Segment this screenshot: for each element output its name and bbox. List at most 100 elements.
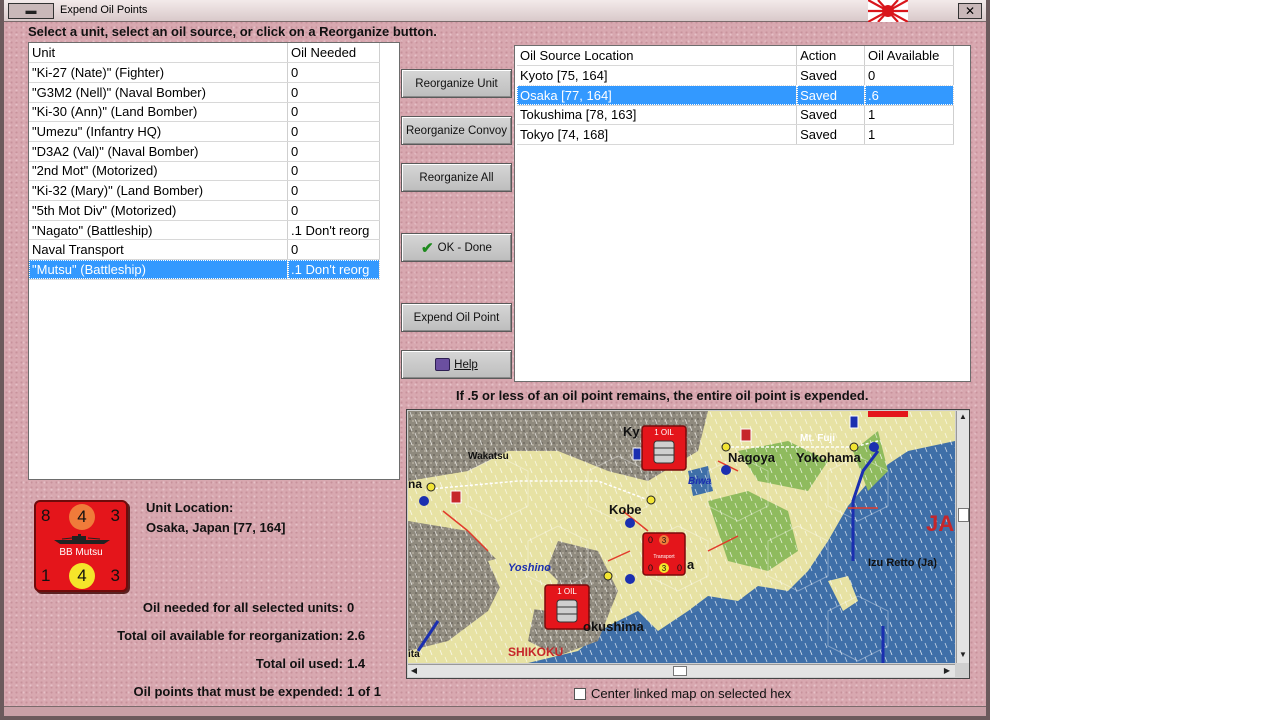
oil-counter[interactable]: 1 OIL — [641, 425, 687, 471]
map-label-japan-partial: JA — [926, 511, 954, 536]
unit-cell: "D3A2 (Val)" (Naval Bomber) — [29, 141, 289, 162]
table-row[interactable]: "Nagato" (Battleship) .1 Don't reorg — [29, 220, 380, 241]
unit-counter-partial[interactable] — [868, 411, 908, 417]
map-vertical-scrollbar[interactable]: ▲ ▼ — [956, 411, 969, 663]
help-label: Help — [454, 358, 478, 371]
unit-cell: "Umezu" (Infantry HQ) — [29, 121, 289, 142]
reorganize-all-label: Reorganize All — [419, 171, 494, 184]
total-used-value: 1.4 — [347, 656, 366, 671]
map-label-yokohama: Yokohama — [796, 450, 862, 465]
map-label-biwa: Biwa — [688, 476, 712, 487]
scrollbar-thumb[interactable] — [958, 508, 969, 522]
table-row-selected[interactable]: "Mutsu" (Battleship) .1 Don't reorg — [29, 259, 380, 280]
map-label-izu-retto: Izu Retto (Ja) — [868, 557, 937, 569]
oil-needed-cell: 0 — [287, 82, 380, 103]
unit-cell: "2nd Mot" (Motorized) — [29, 161, 289, 182]
unit-cell: "G3M2 (Nell)" (Naval Bomber) — [29, 82, 289, 103]
oil-available-cell: 1 — [864, 124, 954, 145]
reorganize-convoy-button[interactable]: Reorganize Convoy — [401, 116, 512, 145]
counter-bottom-left: 1 — [41, 566, 51, 585]
help-button[interactable]: Help — [401, 350, 512, 379]
unit-cell: "5th Mot Div" (Motorized) — [29, 200, 289, 221]
action-cell: Saved — [796, 124, 865, 145]
transport-bottom-left: 0 — [648, 563, 653, 573]
reorganize-unit-button[interactable]: Reorganize Unit — [401, 69, 512, 98]
window-menu-icon[interactable]: ▬ — [8, 3, 54, 19]
reorganize-all-button[interactable]: Reorganize All — [401, 163, 512, 192]
scroll-down-icon[interactable]: ▼ — [957, 649, 969, 661]
table-row[interactable]: "Umezu" (Infantry HQ) 0 — [29, 121, 380, 142]
oil-source-list[interactable]: Oil Source Location Action Oil Available… — [514, 45, 971, 382]
oil-needed-cell: 0 — [287, 180, 380, 201]
units-header-row: Unit Oil Needed — [29, 43, 380, 64]
location-cell: Osaka [77, 164] — [517, 85, 798, 106]
oil-needed-cell: 0 — [287, 161, 380, 182]
ok-done-button[interactable]: ✔ OK - Done — [401, 233, 512, 262]
action-column-header[interactable]: Action — [796, 46, 865, 67]
oil-expend-notice: If .5 or less of an oil point remains, t… — [456, 388, 869, 403]
table-row[interactable]: Naval Transport 0 — [29, 239, 380, 261]
instruction-text: Select a unit, select an oil source, or … — [28, 24, 437, 39]
action-cell: Saved — [796, 105, 865, 126]
total-available-label: Total oil available for reorganization: — [117, 628, 343, 643]
oil-needed-cell: 0 — [287, 62, 380, 83]
map-view[interactable]: 1 OIL 1 OIL 0 3 Transport 0 3 0 Ky Wakat… — [408, 411, 955, 663]
scroll-right-icon[interactable]: ▶ — [941, 665, 953, 677]
close-button[interactable]: ✕ — [958, 3, 982, 19]
table-row-selected[interactable]: Osaka [77, 164] Saved .6 — [517, 85, 954, 106]
reorganize-convoy-label: Reorganize Convoy — [405, 124, 507, 137]
center-map-label: Center linked map on selected hex — [591, 686, 792, 701]
center-map-checkbox[interactable] — [574, 687, 586, 700]
table-row[interactable]: "D3A2 (Val)" (Naval Bomber) 0 — [29, 141, 380, 162]
counter-unit-name: BB Mutsu — [59, 547, 103, 558]
oil-available-column-header[interactable]: Oil Available — [864, 46, 954, 67]
map-label-yoshino: Yoshino — [508, 562, 551, 574]
map-label-left-bottom-partial: ita — [408, 649, 420, 660]
location-cell: Tokyo [74, 168] — [517, 124, 798, 145]
scrollbar-thumb[interactable] — [673, 666, 687, 676]
title-bar[interactable]: ▬ Expend Oil Points ✕ — [4, 0, 986, 22]
unit-cell: "Nagato" (Battleship) — [29, 220, 289, 241]
transport-counter[interactable]: 0 3 Transport 0 3 0 — [642, 532, 686, 576]
table-row[interactable]: Kyoto [75, 164] Saved 0 — [517, 65, 954, 86]
scroll-up-icon[interactable]: ▲ — [957, 411, 969, 423]
counter-bottom-center: 4 — [69, 563, 95, 589]
expend-oil-point-button[interactable]: Expend Oil Point — [401, 303, 512, 332]
linked-map[interactable]: 1 OIL 1 OIL 0 3 Transport 0 3 0 Ky Wakat… — [406, 409, 970, 679]
map-label-tokushima: okushima — [583, 619, 644, 634]
oil-needed-column-header[interactable]: Oil Needed — [287, 43, 380, 64]
table-row[interactable]: Tokushima [78, 163] Saved 1 — [517, 105, 954, 126]
oil-needed-cell: .1 Don't reorg — [287, 259, 380, 280]
total-used-label: Total oil used: — [255, 656, 343, 671]
counter-bottom-right: 3 — [110, 566, 120, 585]
table-row[interactable]: Tokyo [74, 168] Saved 1 — [517, 124, 954, 145]
center-map-option[interactable]: Center linked map on selected hex — [574, 686, 791, 701]
unit-column-header[interactable]: Unit — [29, 43, 289, 64]
oil-needed-label: Oil needed for all selected units: — [142, 600, 343, 615]
units-list[interactable]: Unit Oil Needed "Ki-27 (Nate)" (Fighter)… — [28, 42, 400, 480]
unit-cell: "Ki-27 (Nate)" (Fighter) — [29, 62, 289, 83]
map-horizontal-scrollbar[interactable]: ◀ ▶ — [408, 664, 955, 677]
oil-available-cell: 0 — [864, 65, 954, 86]
table-row[interactable]: "2nd Mot" (Motorized) 0 — [29, 161, 380, 182]
table-row[interactable]: "5th Mot Div" (Motorized) 0 — [29, 200, 380, 221]
unit-cell: "Ki-30 (Ann)" (Land Bomber) — [29, 102, 289, 123]
table-row[interactable]: "G3M2 (Nell)" (Naval Bomber) 0 — [29, 82, 380, 103]
ok-done-label: OK - Done — [437, 241, 492, 254]
map-label-kyoto: Ky — [623, 424, 640, 439]
oil-source-column-header[interactable]: Oil Source Location — [517, 46, 798, 67]
scroll-left-icon[interactable]: ◀ — [408, 665, 420, 677]
oil-available-cell: .6 — [864, 85, 954, 106]
counter-top-center: 4 — [69, 504, 95, 530]
oil-needed-cell: .1 Don't reorg — [287, 220, 380, 241]
oil-counter-label: 1 OIL — [557, 587, 577, 596]
table-row[interactable]: "Ki-27 (Nate)" (Fighter) 0 — [29, 62, 380, 83]
table-row[interactable]: "Ki-32 (Mary)" (Land Bomber) 0 — [29, 180, 380, 201]
expend-oil-point-label: Expend Oil Point — [413, 311, 500, 324]
transport-bottom-right: 0 — [677, 563, 682, 573]
counter-top-right: 3 — [110, 506, 120, 525]
total-available-value: 2.6 — [347, 628, 366, 643]
table-row[interactable]: "Ki-30 (Ann)" (Land Bomber) 0 — [29, 102, 380, 123]
map-label-kobe: Kobe — [609, 502, 642, 517]
expended-value: 1 of 1 — [347, 684, 381, 699]
